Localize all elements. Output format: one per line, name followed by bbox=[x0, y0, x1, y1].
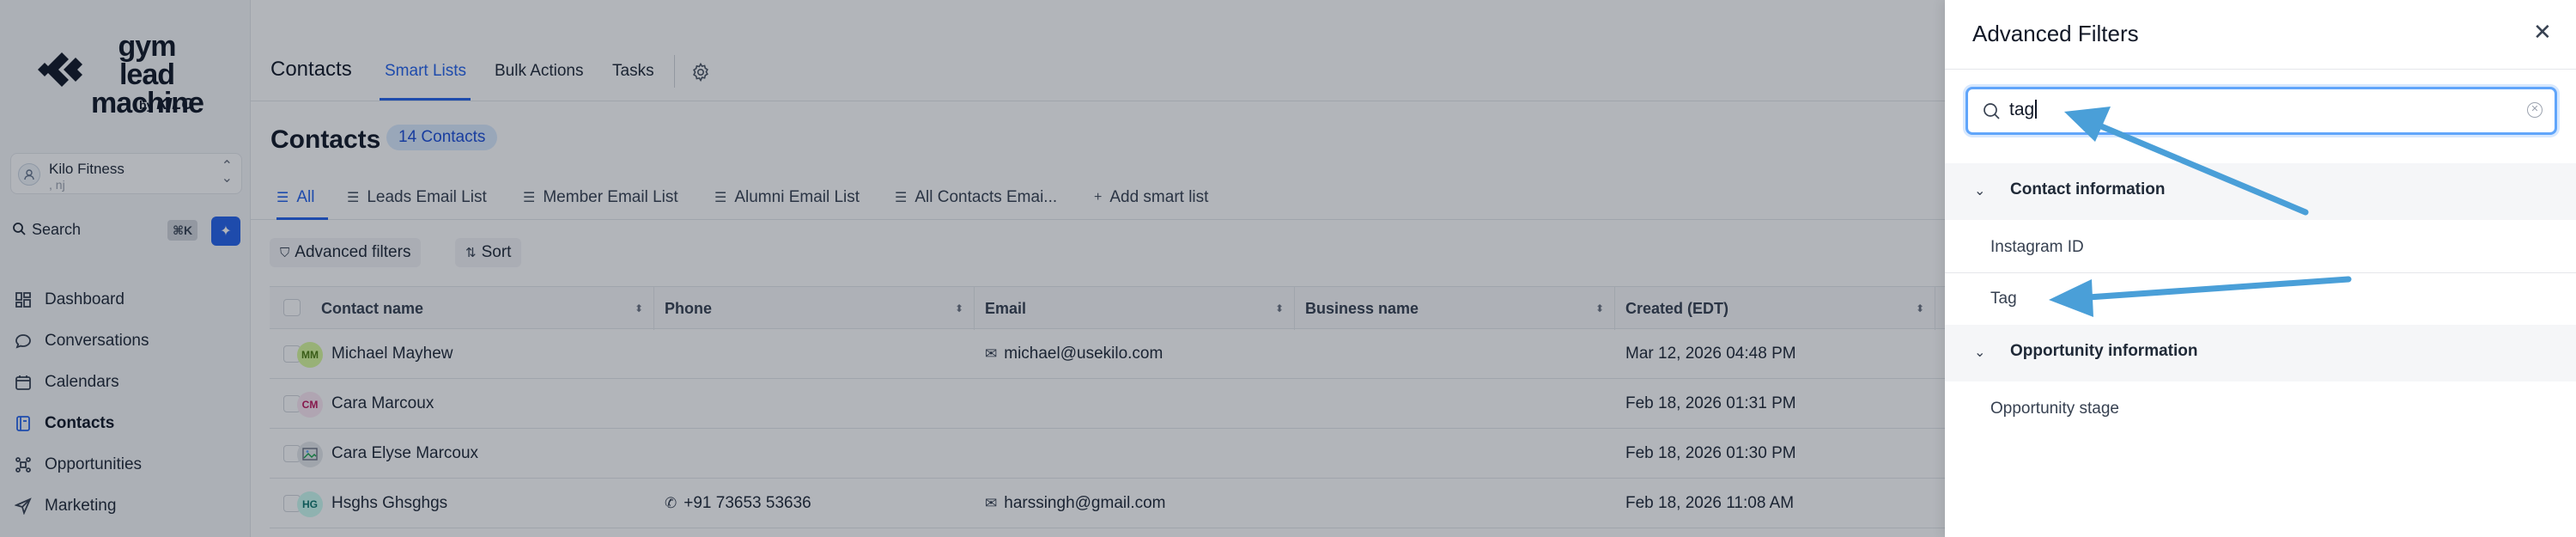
modal-backdrop[interactable] bbox=[0, 0, 1945, 537]
filter-option-opportunity-stage[interactable]: Opportunity stage bbox=[1945, 383, 2576, 435]
filter-option-tag[interactable]: Tag bbox=[1945, 273, 2576, 325]
clear-search-icon[interactable]: ✕ bbox=[2527, 102, 2543, 118]
chevron-down-icon: ⌄ bbox=[1974, 184, 1986, 198]
drawer-title: Advanced Filters bbox=[1972, 21, 2139, 46]
chevron-down-icon: ⌄ bbox=[1974, 345, 1986, 360]
text-cursor bbox=[2035, 100, 2038, 119]
group-opportunity-information[interactable]: ⌄ Opportunity information bbox=[1945, 325, 2576, 381]
group-label: Contact information bbox=[2010, 180, 2166, 198]
group-label: Opportunity information bbox=[2010, 342, 2198, 360]
filter-search-value: tag bbox=[2009, 100, 2038, 120]
filter-search-input[interactable]: tag ✕ bbox=[1965, 87, 2557, 135]
option-label: Opportunity stage bbox=[1990, 400, 2119, 418]
group-contact-information[interactable]: ⌄ Contact information bbox=[1945, 163, 2576, 220]
option-label: Tag bbox=[1990, 290, 2017, 308]
advanced-filters-drawer: Advanced Filters ✕ tag ✕ ⌄ Contact infor… bbox=[1945, 0, 2576, 537]
close-icon[interactable]: ✕ bbox=[2533, 21, 2552, 43]
search-icon bbox=[1984, 103, 2000, 119]
option-label: Instagram ID bbox=[1990, 238, 2084, 256]
filter-option-instagram-id[interactable]: Instagram ID bbox=[1945, 222, 2576, 273]
divider bbox=[1945, 69, 2576, 70]
